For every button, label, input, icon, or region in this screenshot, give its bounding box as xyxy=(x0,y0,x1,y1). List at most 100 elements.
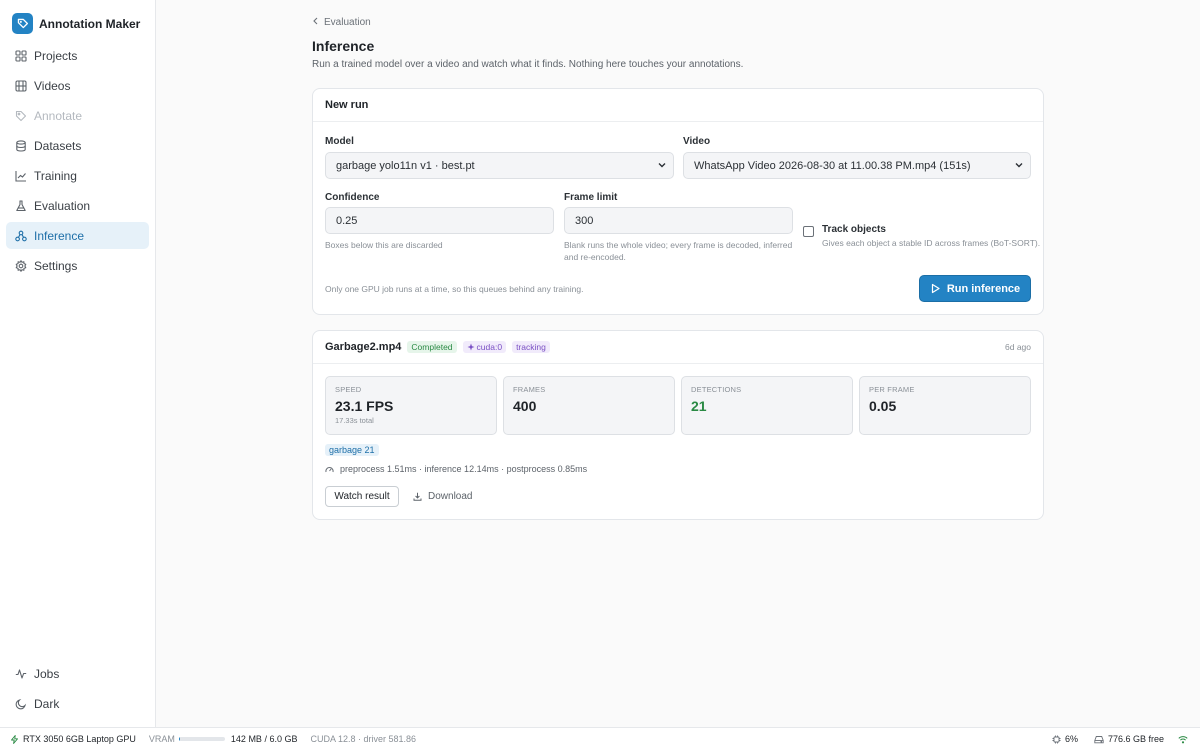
sidebar-item-annotate: Annotate xyxy=(6,102,149,129)
breadcrumb[interactable]: Evaluation xyxy=(312,17,371,28)
track-objects-label[interactable]: Track objects xyxy=(822,224,886,235)
sidebar-item-label: Settings xyxy=(34,258,78,273)
status-right: 6% 776.6 GB free xyxy=(1052,728,1200,750)
stat-label: FRAMES xyxy=(513,385,546,394)
sidebar-item-label: Training xyxy=(34,168,77,183)
cuda-status: CUDA 12.8 · driver 581.86 xyxy=(310,734,416,744)
sidebar-item-inference[interactable]: Inference xyxy=(6,222,149,249)
database-icon xyxy=(14,139,27,152)
sidebar-item-label: Inference xyxy=(34,228,85,243)
activity-icon xyxy=(14,667,27,680)
flask-icon xyxy=(14,199,27,212)
chart-line-icon xyxy=(14,169,27,182)
track-objects-checkbox[interactable] xyxy=(803,226,814,237)
confidence-label: Confidence xyxy=(325,192,380,203)
video-select[interactable]: WhatsApp Video 2026-08-30 at 11.00.38 PM… xyxy=(683,152,1031,179)
chevron-down-icon xyxy=(1014,160,1024,173)
hard-drive-icon xyxy=(1094,735,1104,744)
vram-status: VRAM 142 MB / 6.0 GB xyxy=(149,734,298,744)
gear-icon xyxy=(14,259,27,272)
play-icon xyxy=(930,283,941,294)
run-inference-button[interactable]: Run inference xyxy=(919,275,1031,302)
sidebar-item-jobs[interactable]: Jobs xyxy=(6,660,149,687)
stat-frames: FRAMES 400 xyxy=(503,376,675,435)
new-run-header: New run xyxy=(313,89,1043,122)
connection-status xyxy=(1178,735,1188,744)
sidebar-nav: Projects Videos Annotate Datasets Traini… xyxy=(6,42,149,282)
sidebar-item-label: Projects xyxy=(34,48,78,63)
grid-icon xyxy=(14,49,27,62)
film-icon xyxy=(14,79,27,92)
model-select[interactable]: garbage yolo11n v1 · best.pt xyxy=(325,152,674,179)
track-objects-hint: Gives each object a stable ID across fra… xyxy=(822,238,1041,248)
timings-text: preprocess 1.51ms · inference 12.14ms · … xyxy=(340,464,588,474)
frame-limit-input[interactable]: 300 xyxy=(564,207,793,234)
sidebar-item-label: Datasets xyxy=(34,138,82,153)
sidebar-item-projects[interactable]: Projects xyxy=(6,42,149,69)
new-run-title: New run xyxy=(325,99,369,111)
vram-fill xyxy=(178,737,180,741)
sidebar-item-label: Jobs xyxy=(34,666,60,681)
gpu-name: RTX 3050 6GB Laptop GPU xyxy=(23,734,136,744)
breadcrumb-link[interactable]: Evaluation xyxy=(324,17,371,28)
stat-value: 400 xyxy=(513,398,537,414)
class-count-chip: garbage 21 xyxy=(325,444,379,456)
sidebar-item-label: Evaluation xyxy=(34,198,91,213)
stat-value: 21 xyxy=(691,398,707,414)
network-icon xyxy=(14,229,27,242)
stat-speed: SPEED 23.1 FPS 17.33s total xyxy=(325,376,497,435)
moon-icon xyxy=(14,697,27,710)
new-run-card: New run Model garbage yolo11n v1 · best.… xyxy=(312,88,1044,315)
stat-per-frame: PER FRAME 0.05 xyxy=(859,376,1031,435)
result-time: 6d ago xyxy=(1005,342,1031,352)
frame-limit-value: 300 xyxy=(575,214,594,227)
sidebar-item-videos[interactable]: Videos xyxy=(6,72,149,99)
queue-note: Only one GPU job runs at a time, so this… xyxy=(325,284,584,294)
stat-sub: 17.33s total xyxy=(335,416,374,425)
model-label: Model xyxy=(325,136,354,147)
sidebar: Annotation Maker Projects Videos Annotat… xyxy=(0,0,156,727)
app-name: Annotation Maker xyxy=(39,16,141,31)
device-badge: cuda:0 xyxy=(462,341,507,353)
status-badge: Completed xyxy=(407,341,457,353)
disk-status: 776.6 GB free xyxy=(1094,734,1164,744)
sidebar-item-training[interactable]: Training xyxy=(6,162,149,189)
stat-label: PER FRAME xyxy=(869,385,915,394)
gpu-status: RTX 3050 6GB Laptop GPU xyxy=(10,734,136,744)
frame-limit-label: Frame limit xyxy=(564,192,618,203)
vram-value: 142 MB / 6.0 GB xyxy=(230,734,298,744)
confidence-hint: Boxes below this are discarded xyxy=(325,240,443,250)
video-select-value: WhatsApp Video 2026-08-30 at 11.00.38 PM… xyxy=(694,159,971,172)
inference-result-card: Garbage2.mp4 Completed cuda:0 tracking 6… xyxy=(312,330,1044,520)
sidebar-item-label: Videos xyxy=(34,78,71,93)
chevron-left-icon xyxy=(312,17,319,28)
timings: preprocess 1.51ms · inference 12.14ms · … xyxy=(325,464,587,474)
cpu-usage: 6% xyxy=(1064,734,1078,744)
frame-limit-hint: Blank runs the whole video; every frame … xyxy=(564,240,793,262)
sidebar-item-label: Annotate xyxy=(34,108,83,123)
sidebar-item-datasets[interactable]: Datasets xyxy=(6,132,149,159)
sidebar-item-settings[interactable]: Settings xyxy=(6,252,149,279)
model-select-value: garbage yolo11n v1 · best.pt xyxy=(336,159,475,172)
confidence-input[interactable]: 0.25 xyxy=(325,207,554,234)
cuda-version: CUDA 12.8 · driver 581.86 xyxy=(310,734,417,744)
disk-free: 776.6 GB free xyxy=(1107,734,1164,744)
stat-value: 0.05 xyxy=(869,398,897,414)
cpu-status: 6% xyxy=(1052,734,1078,744)
chip-icon xyxy=(467,343,475,351)
tag-icon xyxy=(14,109,27,122)
chevron-down-icon xyxy=(657,160,667,173)
sidebar-bottom: Jobs Dark xyxy=(6,660,149,720)
download-link[interactable]: Download xyxy=(413,491,472,502)
device-label: cuda:0 xyxy=(476,342,503,352)
wifi-icon xyxy=(1178,735,1188,744)
brand: Annotation Maker xyxy=(0,0,155,38)
gauge-icon xyxy=(325,465,334,474)
dark-mode-toggle[interactable]: Dark xyxy=(6,690,149,717)
download-icon xyxy=(413,492,422,501)
watch-result-button[interactable]: Watch result xyxy=(325,486,399,507)
status-bar: RTX 3050 6GB Laptop GPU VRAM 142 MB / 6.… xyxy=(0,727,1200,750)
bolt-icon xyxy=(10,734,19,744)
run-inference-label: Run inference xyxy=(946,282,1021,295)
sidebar-item-evaluation[interactable]: Evaluation xyxy=(6,192,149,219)
